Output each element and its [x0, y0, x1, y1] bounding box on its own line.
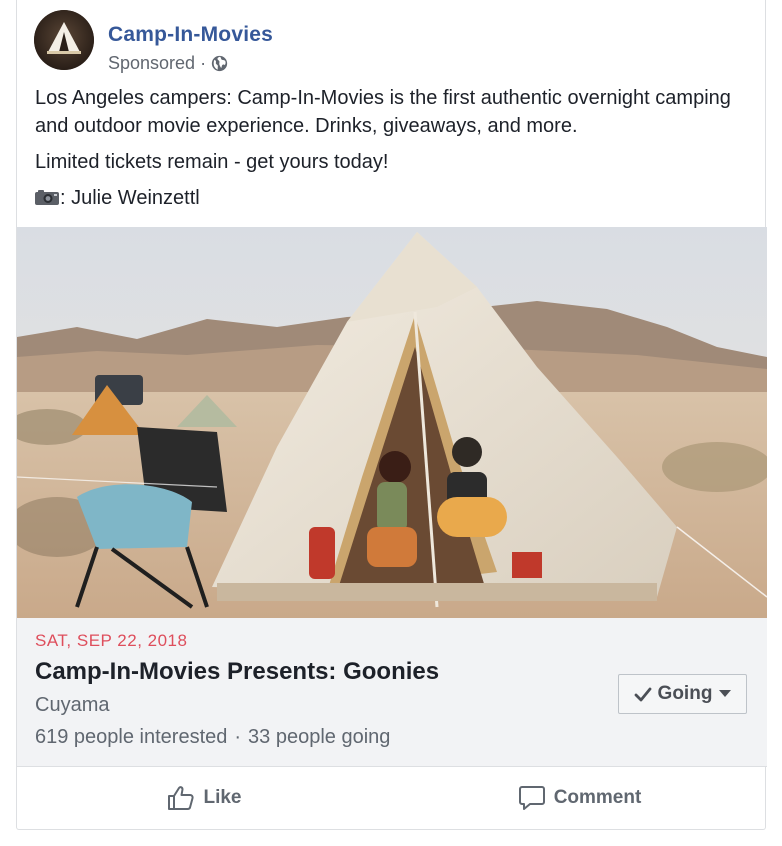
photo-credit-text: : Julie Weinzettl	[60, 187, 200, 209]
post-actions-bar: Like Comment	[17, 768, 767, 828]
meta-separator: ·	[200, 53, 207, 73]
stats-separator: ·	[234, 726, 242, 748]
post-body: Los Angeles campers: Camp-In-Movies is t…	[35, 84, 755, 212]
comment-label: Comment	[553, 787, 642, 808]
camera-icon	[35, 185, 59, 205]
event-stats: 619 people interested · 33 people going	[35, 726, 390, 749]
like-button[interactable]: Like	[17, 768, 392, 828]
globe-icon[interactable]	[211, 55, 228, 72]
event-photo[interactable]	[17, 227, 767, 618]
comment-icon	[518, 786, 545, 810]
going-label: Going	[657, 683, 713, 704]
interested-count: 619 people interested	[35, 726, 228, 748]
sponsored-post-card: Camp-In-Movies Sponsored · Los Angeles c…	[16, 0, 767, 830]
going-count: 33 people going	[248, 726, 391, 748]
page-name-link[interactable]: Camp-In-Movies	[108, 23, 273, 47]
photo-credit: : Julie Weinzettl	[35, 184, 755, 212]
check-icon	[634, 687, 651, 701]
event-date: SAT, SEP 22, 2018	[35, 631, 188, 650]
event-details[interactable]: SAT, SEP 22, 2018 Camp-In-Movies Present…	[17, 618, 767, 767]
post-header: Camp-In-Movies Sponsored ·	[34, 10, 734, 74]
page-avatar[interactable]	[34, 10, 94, 70]
thumbs-up-icon	[168, 786, 195, 810]
event-title[interactable]: Camp-In-Movies Presents: Goonies	[35, 658, 439, 686]
caret-down-icon	[719, 690, 732, 697]
like-label: Like	[203, 787, 242, 808]
post-meta: Sponsored ·	[108, 53, 228, 74]
event-location: Cuyama	[35, 694, 110, 716]
comment-button[interactable]: Comment	[392, 768, 767, 828]
sponsored-label[interactable]: Sponsored	[108, 53, 195, 74]
going-rsvp-button[interactable]: Going	[618, 674, 747, 714]
post-paragraph: Limited tickets remain - get yours today…	[35, 151, 389, 173]
post-paragraph: Los Angeles campers: Camp-In-Movies is t…	[35, 87, 731, 137]
